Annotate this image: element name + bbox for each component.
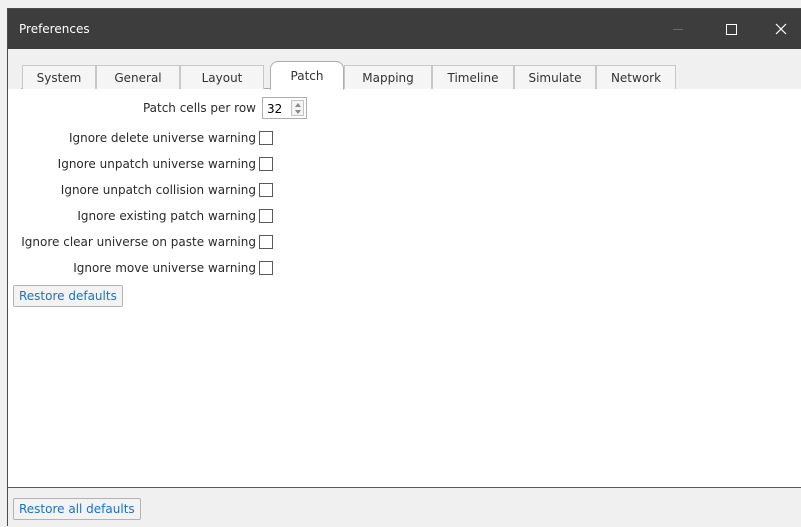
tab-bar: System General Layout Patch Mapping Time…	[8, 49, 801, 90]
tab-general[interactable]: General	[96, 65, 180, 89]
option-label-delete-universe: Ignore delete universe warning	[68, 131, 256, 145]
option-label-clear-universe-paste: Ignore clear universe on paste warning	[21, 235, 256, 249]
checkbox-unpatch-universe[interactable]	[259, 157, 273, 171]
spin-buttons[interactable]	[291, 100, 304, 116]
tab-system[interactable]: System	[22, 65, 96, 89]
spin-down-arrow-icon[interactable]	[295, 110, 301, 114]
checkbox-unpatch-collision[interactable]	[259, 183, 273, 197]
checkbox-existing-patch[interactable]	[259, 209, 273, 223]
restore-defaults-button[interactable]: Restore defaults	[13, 285, 123, 307]
minimize-icon	[673, 28, 683, 30]
tab-network[interactable]: Network	[596, 65, 676, 89]
option-label-unpatch-collision: Ignore unpatch collision warning	[60, 183, 256, 197]
cells-per-row-spinbox[interactable]: 32	[262, 97, 307, 119]
maximize-icon	[725, 23, 737, 35]
tab-patch[interactable]: Patch	[270, 61, 344, 90]
option-label-unpatch-universe: Ignore unpatch universe warning	[57, 157, 256, 171]
close-icon	[775, 23, 787, 35]
title-bar[interactable]: Preferences	[8, 9, 801, 49]
patch-tab-panel: Patch cells per row 32 Ignore delete uni…	[8, 89, 801, 487]
tab-timeline[interactable]: Timeline	[432, 65, 514, 89]
tab-mapping[interactable]: Mapping	[344, 65, 432, 89]
option-label-existing-patch: Ignore existing patch warning	[77, 209, 256, 223]
checkbox-move-universe[interactable]	[259, 261, 273, 275]
close-button[interactable]	[758, 9, 801, 49]
option-label-move-universe: Ignore move universe warning	[73, 261, 256, 275]
spin-up-arrow-icon[interactable]	[295, 103, 301, 107]
window-title: Preferences	[19, 22, 90, 36]
preferences-window: Preferences System General Layout Patch …	[7, 8, 801, 527]
checkbox-clear-universe-paste[interactable]	[259, 235, 273, 249]
dialog-footer: Restore all defaults	[8, 487, 801, 527]
tab-layout[interactable]: Layout	[180, 65, 264, 89]
maximize-button[interactable]	[708, 9, 754, 49]
cells-per-row-value[interactable]: 32	[267, 102, 282, 116]
checkbox-delete-universe[interactable]	[259, 131, 273, 145]
cells-per-row-label: Patch cells per row	[142, 101, 256, 115]
minimize-button[interactable]	[655, 9, 701, 49]
restore-all-defaults-button[interactable]: Restore all defaults	[13, 498, 141, 520]
tab-simulate[interactable]: Simulate	[514, 65, 596, 89]
